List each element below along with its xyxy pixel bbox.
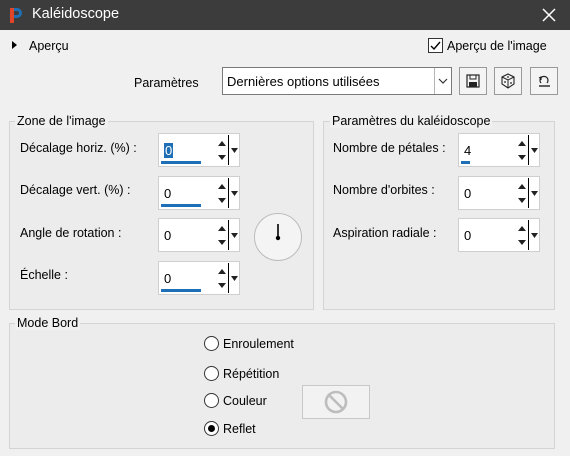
orbits-input[interactable]: 0 — [460, 178, 515, 208]
spin-up-icon[interactable] — [215, 264, 228, 278]
h-offset-bar — [161, 161, 201, 164]
preview-checkbox-label[interactable]: Aperçu de l'image — [447, 39, 547, 53]
spin-up-icon[interactable] — [215, 179, 228, 193]
spin-menu-icon[interactable] — [228, 135, 239, 165]
rotation-dial[interactable] — [254, 213, 302, 261]
spin-menu-icon[interactable] — [528, 220, 539, 250]
rotation-angle-value: 0 — [164, 228, 172, 243]
spin-up-icon[interactable] — [515, 136, 528, 150]
petals-spinner[interactable]: 4 — [458, 133, 540, 167]
dial-needle-icon — [275, 224, 281, 241]
kaleidoscope-title: Paramètres du kaléidoscope — [330, 114, 493, 128]
radio-color-label[interactable]: Couleur — [223, 394, 267, 408]
rotation-angle-input[interactable]: 0 — [160, 220, 215, 250]
spin-down-icon[interactable] — [215, 278, 228, 292]
presets-selected: Dernières options utilisées — [227, 74, 380, 89]
radial-suction-value: 0 — [464, 228, 472, 243]
radio-reflect-label[interactable]: Reflet — [223, 422, 256, 436]
image-zone-title: Zone de l'image — [15, 114, 108, 128]
spin-menu-icon[interactable] — [228, 263, 239, 293]
radial-suction-input[interactable]: 0 — [460, 220, 515, 250]
presets-label: Paramètres — [134, 76, 199, 90]
scale-input[interactable]: 0 — [160, 263, 215, 293]
randomize-button[interactable] — [494, 67, 522, 95]
v-offset-label: Décalage vert. (%) : — [20, 183, 131, 197]
h-offset-input[interactable]: 0 — [160, 135, 215, 165]
orbits-spinner[interactable]: 0 — [458, 176, 540, 210]
spin-down-icon[interactable] — [515, 235, 528, 249]
color-swatch[interactable] — [302, 385, 370, 419]
scale-value: 0 — [164, 271, 172, 286]
radio-wrap[interactable] — [204, 336, 219, 351]
close-button[interactable] — [536, 3, 562, 27]
v-offset-spinner[interactable]: 0 — [158, 176, 240, 210]
h-offset-value: 0 — [164, 143, 174, 158]
radio-color[interactable] — [204, 393, 219, 408]
chevron-down-icon[interactable] — [434, 68, 451, 94]
radio-repeat-label[interactable]: Répétition — [223, 367, 279, 381]
rotation-angle-label: Angle de rotation : — [20, 226, 122, 240]
spin-menu-icon[interactable] — [528, 135, 539, 165]
orbits-label: Nombre d'orbites : — [333, 183, 435, 197]
scale-label: Échelle : — [20, 268, 68, 282]
spin-down-icon[interactable] — [215, 235, 228, 249]
save-preset-button[interactable] — [459, 67, 487, 95]
rotation-angle-spinner[interactable]: 0 — [158, 218, 240, 252]
spin-up-icon[interactable] — [215, 136, 228, 150]
radial-suction-label: Aspiration radiale : — [333, 226, 437, 240]
v-offset-bar — [161, 204, 201, 207]
spin-menu-icon[interactable] — [228, 178, 239, 208]
close-icon — [542, 8, 556, 22]
radio-repeat[interactable] — [204, 366, 219, 381]
v-offset-value: 0 — [164, 186, 172, 201]
spin-menu-icon[interactable] — [528, 178, 539, 208]
reset-icon — [538, 75, 550, 87]
preview-toggle[interactable]: Aperçu — [29, 39, 69, 53]
petals-value: 4 — [464, 143, 472, 158]
spin-down-icon[interactable] — [515, 193, 528, 207]
paintshop-icon — [7, 6, 25, 24]
spin-down-icon[interactable] — [515, 150, 528, 164]
petals-input[interactable]: 4 — [460, 135, 515, 165]
expand-arrow-icon[interactable] — [12, 41, 17, 49]
scale-spinner[interactable]: 0 — [158, 261, 240, 295]
h-offset-spinner[interactable]: 0 — [158, 133, 240, 167]
v-offset-input[interactable]: 0 — [160, 178, 215, 208]
petals-bar — [461, 161, 470, 164]
spin-down-icon[interactable] — [215, 150, 228, 164]
spin-down-icon[interactable] — [215, 193, 228, 207]
dice-icon — [501, 73, 515, 89]
spin-menu-icon[interactable] — [228, 220, 239, 250]
no-sign-icon — [324, 390, 348, 414]
presets-dropdown[interactable]: Dernières options utilisées — [222, 67, 452, 95]
petals-label: Nombre de pétales : — [333, 141, 446, 155]
h-offset-label: Décalage horiz. (%) : — [20, 141, 137, 155]
orbits-value: 0 — [464, 186, 472, 201]
checkmark-icon — [430, 41, 441, 51]
radio-wrap-label[interactable]: Enroulement — [223, 337, 294, 351]
reset-button[interactable] — [530, 67, 558, 95]
radio-reflect[interactable] — [204, 421, 219, 436]
window-title: Kaléidoscope — [32, 6, 120, 22]
spin-up-icon[interactable] — [515, 179, 528, 193]
spin-up-icon[interactable] — [515, 221, 528, 235]
spin-up-icon[interactable] — [215, 221, 228, 235]
save-icon — [466, 74, 480, 88]
edge-mode-title: Mode Bord — [15, 316, 81, 330]
preview-checkbox[interactable] — [428, 38, 443, 53]
scale-bar — [161, 289, 201, 292]
radial-suction-spinner[interactable]: 0 — [458, 218, 540, 252]
